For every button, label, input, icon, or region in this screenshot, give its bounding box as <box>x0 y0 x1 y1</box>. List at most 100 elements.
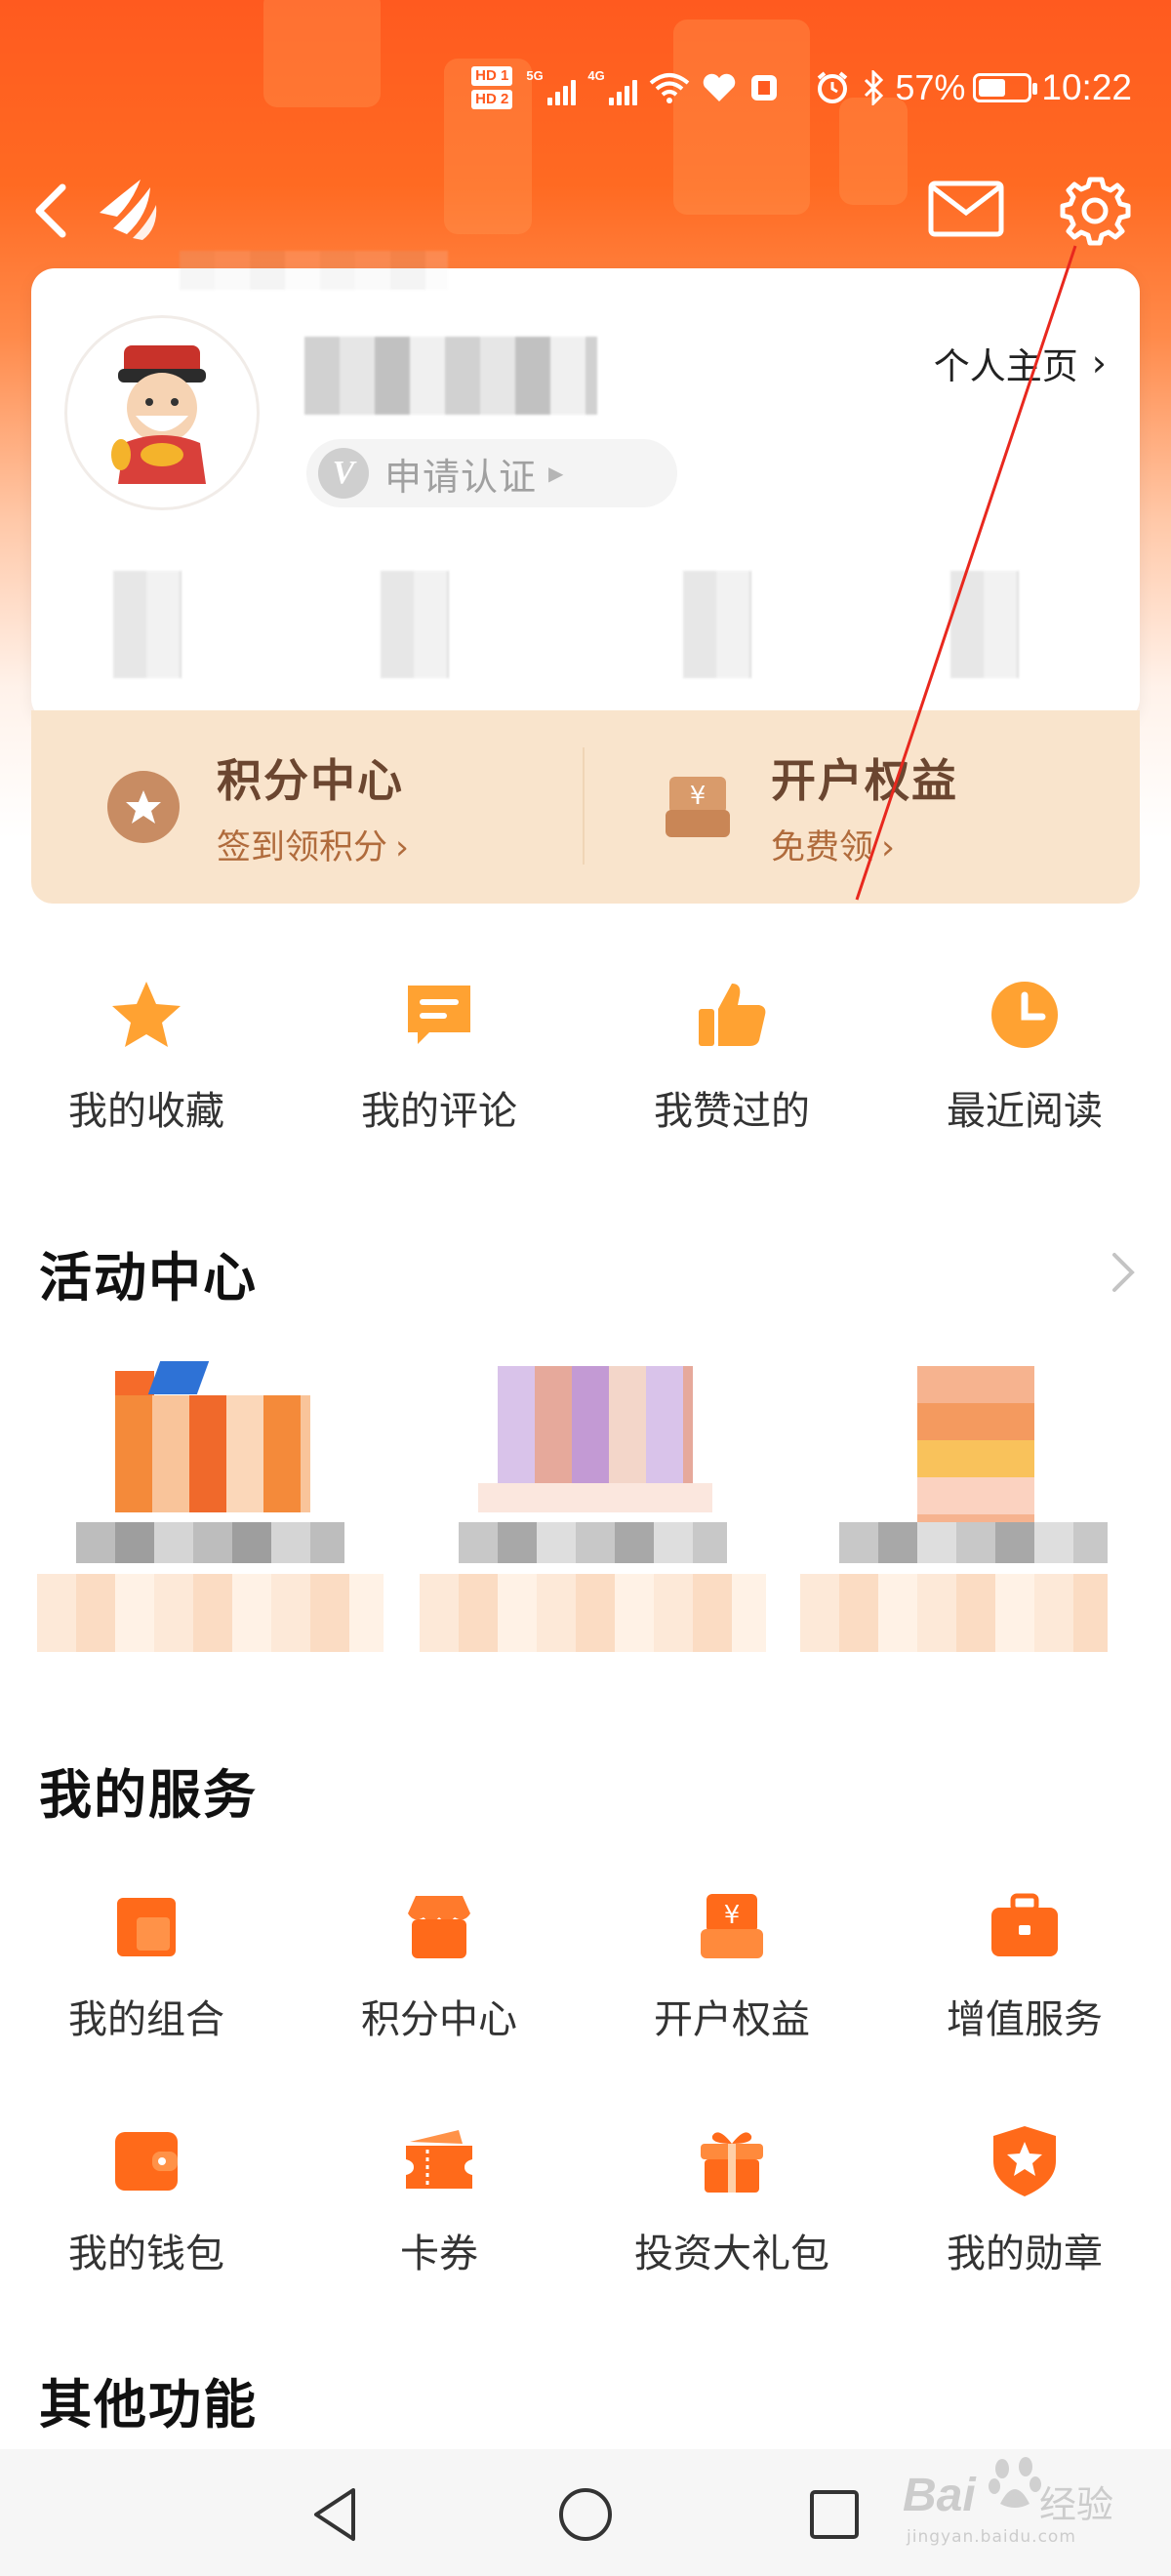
coupons-label: 卡券 <box>400 2232 478 2276</box>
redacted-stat <box>683 571 751 678</box>
points-center-service-label: 积分中心 <box>361 1997 517 2042</box>
verify-button[interactable]: V 申请认证 ▶ <box>306 439 677 507</box>
triangle-right-icon: ▶ <box>548 462 564 485</box>
account-benefits-entry[interactable]: ¥ 开户权益 免费领 › <box>586 710 1140 904</box>
comments-label: 我的评论 <box>361 1089 517 1134</box>
watermark-url: jingyan.baidu.com <box>907 2527 1076 2547</box>
points-center-title: 积分中心 <box>217 753 404 807</box>
other-functions-title: 其他功能 <box>39 2374 258 2435</box>
my-services-title: 我的服务 <box>39 1764 258 1826</box>
my-medals-label: 我的勋章 <box>947 2232 1103 2276</box>
favorites-button[interactable]: 我的收藏 <box>0 976 293 1161</box>
chevron-right-icon: › <box>395 827 410 867</box>
activity-center-title: 活动中心 <box>39 1247 258 1308</box>
liked-button[interactable]: 我赞过的 <box>586 976 878 1161</box>
portfolio-icon <box>117 1898 176 1956</box>
account-benefits-sub-label: 免费领 <box>771 827 874 867</box>
battery-icon <box>973 73 1038 102</box>
points-center-sub: 签到领积分 › <box>217 820 409 869</box>
battery-percent: 57% <box>895 67 966 107</box>
points-center-entry[interactable]: 积分中心 签到领积分 › <box>31 710 586 904</box>
personal-homepage-link[interactable]: 个人主页 › <box>934 337 1107 389</box>
activity-card[interactable] <box>800 1361 1147 1678</box>
chevron-right-icon[interactable] <box>1103 1247 1142 1298</box>
comment-icon <box>408 986 470 1044</box>
nav-recents-icon[interactable] <box>800 2480 868 2549</box>
redacted-stat <box>950 571 1019 678</box>
signal-icon: 4G <box>587 68 638 105</box>
points-center-sub-label: 签到领积分 <box>217 827 388 867</box>
gear-icon[interactable] <box>1058 174 1132 248</box>
activity-card[interactable] <box>37 1361 384 1678</box>
activity-image <box>917 1366 1034 1522</box>
redacted-activity-title <box>459 1522 727 1563</box>
redacted-username <box>304 337 597 415</box>
watermark-cn: 经验 <box>1039 2483 1114 2526</box>
nav-back-icon[interactable] <box>303 2480 371 2549</box>
star-badge-icon <box>107 771 180 843</box>
services-row: 我的组合 积分中心 ¥ 开户权益 增值服务 <box>0 1888 1171 2054</box>
hd-badges: HD 1 HD 2 <box>471 66 513 109</box>
my-wallet-button[interactable]: 我的钱包 <box>0 2122 293 2308</box>
account-benefits-sub: 免费领 › <box>771 820 958 869</box>
value-added-service-button[interactable]: 增值服务 <box>878 1888 1171 2073</box>
redacted-banner <box>180 251 448 290</box>
wifi-icon <box>650 73 690 103</box>
header-decoration <box>263 0 381 107</box>
clock-time: 10:22 <box>1041 67 1132 107</box>
recent-reading-label: 最近阅读 <box>947 1089 1103 1134</box>
briefcase-icon <box>991 1893 1058 1956</box>
account-benefits-service-label: 开户权益 <box>654 1997 810 2042</box>
redacted-activity-desc <box>420 1574 766 1652</box>
yuan-box-icon: ¥ <box>701 1894 763 1958</box>
favorites-label: 我的收藏 <box>68 1089 224 1134</box>
redacted-activity-title <box>76 1522 344 1563</box>
value-added-service-label: 增值服务 <box>947 1997 1103 2042</box>
recent-reading-button[interactable]: 最近阅读 <box>878 976 1171 1161</box>
medal-icon <box>993 2126 1056 2196</box>
bluetooth-icon <box>865 70 884 105</box>
shop-icon <box>408 1896 470 1958</box>
svg-text:¥: ¥ <box>724 1901 741 1930</box>
quick-actions: 我的收藏 我的评论 我赞过的 最近阅读 <box>0 976 1171 1161</box>
liked-label: 我赞过的 <box>654 1089 810 1134</box>
svg-text:¥: ¥ <box>690 782 707 811</box>
activity-image <box>115 1395 310 1512</box>
coupons-button[interactable]: 卡券 <box>293 2122 586 2308</box>
baidu-jingyan-watermark: Bai 经验 jingyan.baidu.com <box>893 2449 1127 2556</box>
avatar[interactable] <box>64 315 260 510</box>
health-heart-icon <box>704 73 736 101</box>
gift-icon <box>701 2132 763 2193</box>
investment-gift-button[interactable]: 投资大礼包 <box>586 2122 878 2308</box>
redacted-activity-title <box>839 1522 1108 1563</box>
comments-button[interactable]: 我的评论 <box>293 976 586 1161</box>
yuan-box-icon: ¥ <box>666 777 730 837</box>
status-bar: HD 1 HD 2 5G 4G 57% 10:22 <box>410 49 1132 127</box>
ticket-icon <box>406 2130 472 2189</box>
my-medals-button[interactable]: 我的勋章 <box>878 2122 1171 2308</box>
points-center-service-button[interactable]: 积分中心 <box>293 1888 586 2073</box>
divider <box>583 747 585 865</box>
top-nav <box>0 166 1171 254</box>
chevron-left-icon[interactable] <box>25 180 80 242</box>
hd-badge: HD 1 <box>471 66 513 86</box>
activity-image <box>147 1361 210 1394</box>
alarm-icon <box>818 71 848 103</box>
app-logo-icon <box>100 180 157 240</box>
star-icon <box>112 982 181 1047</box>
profile-card: V 申请认证 ▶ 个人主页 › <box>31 251 1140 722</box>
nav-home-icon[interactable] <box>551 2480 620 2549</box>
network-type: 5G <box>526 68 544 83</box>
mail-icon[interactable] <box>927 178 1005 240</box>
clock-icon <box>991 982 1058 1048</box>
book-notification-icon <box>751 75 778 101</box>
wallet-icon <box>115 2132 178 2191</box>
activity-image <box>498 1366 693 1483</box>
activity-card[interactable] <box>420 1361 766 1678</box>
redacted-activity-desc <box>800 1574 1108 1652</box>
my-portfolio-label: 我的组合 <box>68 1997 224 2042</box>
network-type: 4G <box>587 68 605 83</box>
account-benefits-service-button[interactable]: ¥ 开户权益 <box>586 1888 878 2073</box>
my-portfolio-button[interactable]: 我的组合 <box>0 1888 293 2073</box>
redacted-stat <box>381 571 449 678</box>
